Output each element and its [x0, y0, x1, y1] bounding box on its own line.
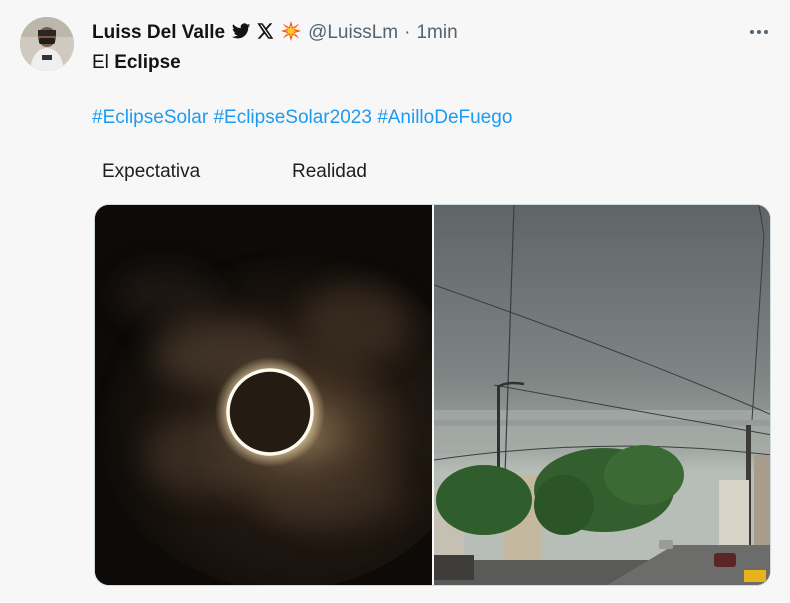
tweet-text-prefix: El: [92, 52, 109, 73]
more-dot-icon: [750, 30, 754, 34]
tweet: Luiss Del Valle @LuissLm · 1min El Eclip…: [0, 0, 790, 603]
x-logo-icon: [257, 23, 274, 43]
tweet-text: El Eclipse: [92, 52, 181, 74]
more-dot-icon: [764, 30, 768, 34]
bird-icon: [231, 22, 251, 44]
tweet-header: Luiss Del Valle @LuissLm · 1min: [92, 20, 458, 46]
hashtag-link[interactable]: #AnilloDeFuego: [377, 107, 512, 128]
author-handle[interactable]: @LuissLm: [308, 22, 398, 44]
more-dot-icon: [757, 30, 761, 34]
cloudy-street-photo[interactable]: [433, 205, 770, 585]
tweet-text-bold: Eclipse: [114, 52, 181, 73]
avatar-image: [20, 17, 74, 71]
more-options-button[interactable]: [747, 22, 771, 42]
eclipse-photo[interactable]: [95, 205, 475, 585]
caption-reality: Realidad: [292, 161, 367, 182]
timestamp[interactable]: 1min: [416, 22, 457, 44]
hashtag-link[interactable]: #EclipseSolar2023: [213, 107, 371, 128]
caption-expectation: Expectativa: [102, 161, 201, 182]
hashtag-link[interactable]: #EclipseSolar: [92, 107, 208, 128]
explosion-icon: [280, 20, 302, 46]
avatar[interactable]: [20, 17, 74, 71]
hashtag-list: #EclipseSolar #EclipseSolar2023 #AnilloD…: [92, 107, 512, 129]
media-grid[interactable]: [94, 204, 771, 586]
separator-dot: ·: [404, 22, 411, 43]
author-name[interactable]: Luiss Del Valle: [92, 22, 225, 44]
